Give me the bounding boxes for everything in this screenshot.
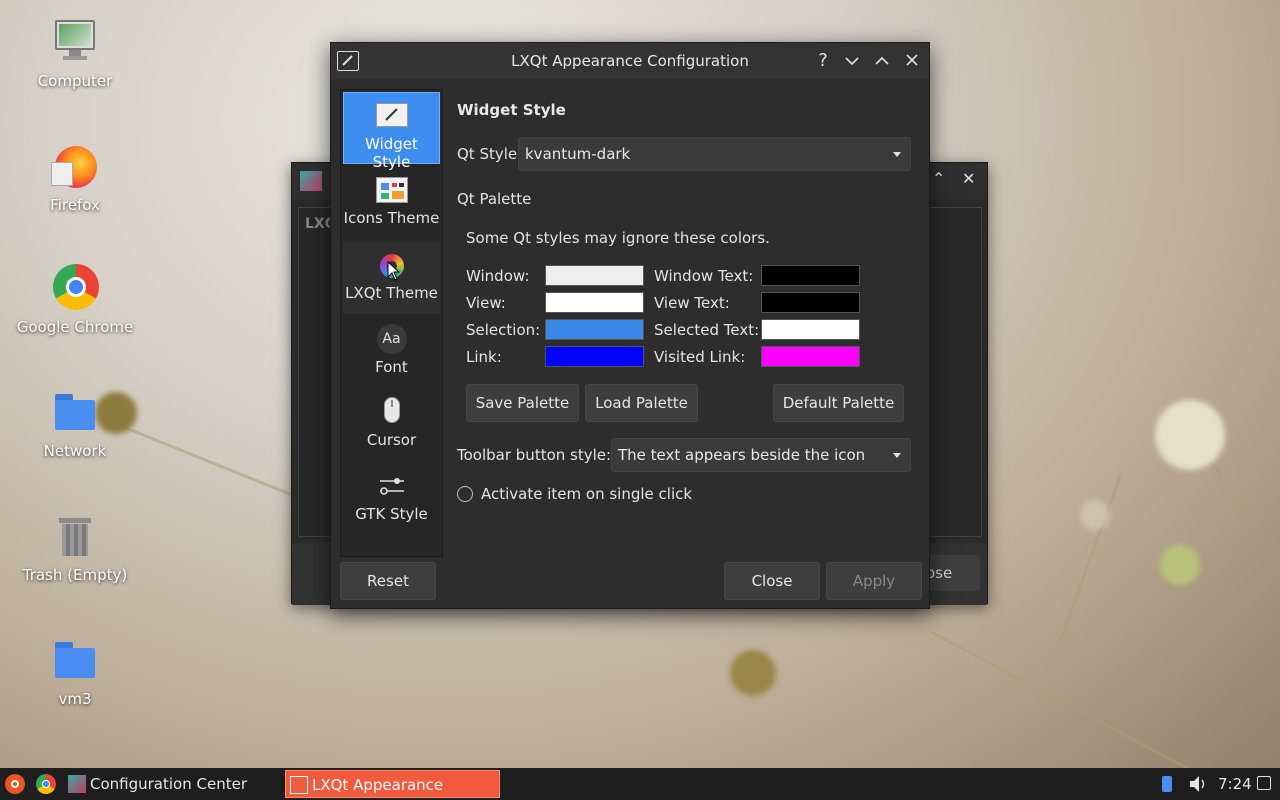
section-title: Widget Style bbox=[457, 101, 566, 119]
task-appearance-config[interactable]: LXQt Appearance Config... bbox=[285, 770, 500, 798]
desktop-icon-label: Network bbox=[43, 442, 107, 460]
single-click-radio[interactable] bbox=[457, 486, 473, 502]
desktop-icon-computer[interactable]: Computer bbox=[10, 18, 140, 92]
desktop-icon-firefox[interactable]: Firefox bbox=[10, 142, 140, 216]
sidebar-item-cursor[interactable]: Cursor bbox=[343, 389, 440, 461]
sidebar-item-font[interactable]: Aa Font bbox=[343, 316, 440, 388]
task-label: Configuration Center bbox=[90, 775, 247, 793]
maximize-icon[interactable] bbox=[870, 49, 894, 73]
toolbar-style-value: The text appears beside the icon bbox=[618, 446, 866, 464]
sidebar-item-label: Widget Style bbox=[365, 135, 418, 171]
widget-style-icon bbox=[375, 99, 409, 133]
desktop-icon-network[interactable]: Network bbox=[10, 388, 140, 462]
gtk-style-icon bbox=[375, 469, 409, 503]
qt-style-value: kvantum-dark bbox=[525, 145, 631, 163]
trash-icon bbox=[51, 512, 99, 560]
desktop-icon-chrome[interactable]: Google Chrome bbox=[10, 264, 140, 338]
link-color-swatch[interactable] bbox=[545, 346, 644, 367]
reset-button[interactable]: Reset bbox=[340, 562, 436, 600]
font-icon: Aa bbox=[375, 322, 409, 356]
configuration-center-icon bbox=[300, 171, 322, 191]
icons-theme-icon bbox=[375, 173, 409, 207]
task-label: LXQt Appearance Config... bbox=[312, 776, 444, 794]
chevron-down-icon bbox=[893, 152, 901, 157]
sidebar-item-label: Icons Theme bbox=[343, 209, 440, 227]
sidebar-item-label: Font bbox=[375, 358, 408, 376]
view-text-color-label: View Text: bbox=[654, 294, 730, 312]
home-folder-icon bbox=[51, 636, 99, 684]
window-color-label: Window: bbox=[466, 267, 530, 285]
background-close-button[interactable]: ose bbox=[922, 555, 980, 591]
maximize-icon[interactable]: ⌃ bbox=[932, 169, 945, 188]
view-color-label: View: bbox=[466, 294, 506, 312]
chevron-down-icon bbox=[893, 453, 901, 458]
desktop-icon-label: Firefox bbox=[50, 196, 100, 214]
taskbar: Configuration Center LXQt Appearance Con… bbox=[0, 768, 1280, 800]
qt-palette-label: Qt Palette bbox=[457, 190, 532, 208]
ubuntu-menu-icon[interactable] bbox=[5, 774, 25, 794]
toolbar-style-label: Toolbar button style: bbox=[457, 446, 612, 464]
window-text-color-label: Window Text: bbox=[654, 267, 754, 285]
desktop-icon-label: Trash (Empty) bbox=[22, 566, 128, 584]
selected-text-color-label: Selected Text: bbox=[654, 321, 760, 339]
save-palette-button[interactable]: Save Palette bbox=[466, 384, 579, 422]
close-icon[interactable]: ✕ bbox=[962, 169, 975, 188]
sidebar-item-gtk-style[interactable]: GTK Style bbox=[343, 463, 440, 535]
view-text-color-swatch[interactable] bbox=[761, 292, 860, 313]
close-icon[interactable] bbox=[900, 49, 924, 73]
visited-link-color-label: Visited Link: bbox=[654, 348, 746, 366]
toolbar-style-select[interactable]: The text appears beside the icon bbox=[611, 438, 911, 472]
minimize-icon[interactable] bbox=[840, 49, 864, 73]
selection-color-label: Selection: bbox=[466, 321, 541, 339]
sidebar-item-widget-style[interactable]: Widget Style bbox=[343, 92, 440, 171]
close-button[interactable]: Close bbox=[724, 562, 820, 600]
clock[interactable]: 7:24 bbox=[1218, 768, 1252, 800]
network-folder-icon bbox=[51, 388, 99, 436]
sidebar-item-label: LXQt Theme bbox=[345, 284, 438, 302]
desktop-icon-trash[interactable]: Trash (Empty) bbox=[10, 512, 140, 586]
firefox-icon bbox=[51, 142, 99, 190]
desktop-icon-label: vm3 bbox=[58, 690, 92, 708]
chrome-icon bbox=[51, 264, 99, 312]
default-palette-button[interactable]: Default Palette bbox=[773, 384, 904, 422]
window-color-swatch[interactable] bbox=[545, 265, 644, 286]
desktop-icon-vm3[interactable]: vm3 bbox=[10, 636, 140, 710]
sidebar-item-label: GTK Style bbox=[355, 505, 428, 523]
task-configuration-center[interactable]: Configuration Center bbox=[64, 770, 253, 798]
dialog-titlebar[interactable]: LXQt Appearance Configuration ? bbox=[331, 43, 929, 79]
configuration-center-icon bbox=[68, 775, 86, 793]
desktop-icon-label: Computer bbox=[37, 72, 113, 90]
cursor-icon bbox=[375, 395, 409, 429]
computer-icon bbox=[51, 18, 99, 66]
sidebar-item-icons-theme[interactable]: Icons Theme bbox=[343, 167, 440, 239]
apply-button[interactable]: Apply bbox=[826, 562, 922, 600]
visited-link-color-swatch[interactable] bbox=[761, 346, 860, 367]
category-sidebar: Widget Style Icons Theme LXQt Theme Aa F… bbox=[340, 89, 443, 557]
appearance-dialog[interactable]: LXQt Appearance Configuration ? Widget S… bbox=[330, 42, 930, 609]
palette-note: Some Qt styles may ignore these colors. bbox=[466, 229, 770, 247]
sidebar-item-label: Cursor bbox=[366, 431, 417, 449]
volume-icon[interactable] bbox=[1188, 768, 1208, 800]
qt-style-label: Qt Style bbox=[457, 145, 518, 163]
single-click-label[interactable]: Activate item on single click bbox=[481, 485, 692, 503]
help-icon[interactable]: ? bbox=[811, 49, 835, 73]
link-color-label: Link: bbox=[466, 348, 502, 366]
load-palette-button[interactable]: Load Palette bbox=[585, 384, 698, 422]
window-text-color-swatch[interactable] bbox=[761, 265, 860, 286]
selection-color-swatch[interactable] bbox=[545, 319, 644, 340]
desktop-icon-label: Google Chrome bbox=[16, 318, 134, 336]
mouse-pointer-icon bbox=[387, 260, 401, 285]
chrome-launcher-icon[interactable] bbox=[36, 774, 56, 794]
view-color-swatch[interactable] bbox=[545, 292, 644, 313]
appearance-app-icon bbox=[290, 776, 308, 794]
qt-style-select[interactable]: kvantum-dark bbox=[518, 137, 911, 171]
selected-text-color-swatch[interactable] bbox=[761, 319, 860, 340]
